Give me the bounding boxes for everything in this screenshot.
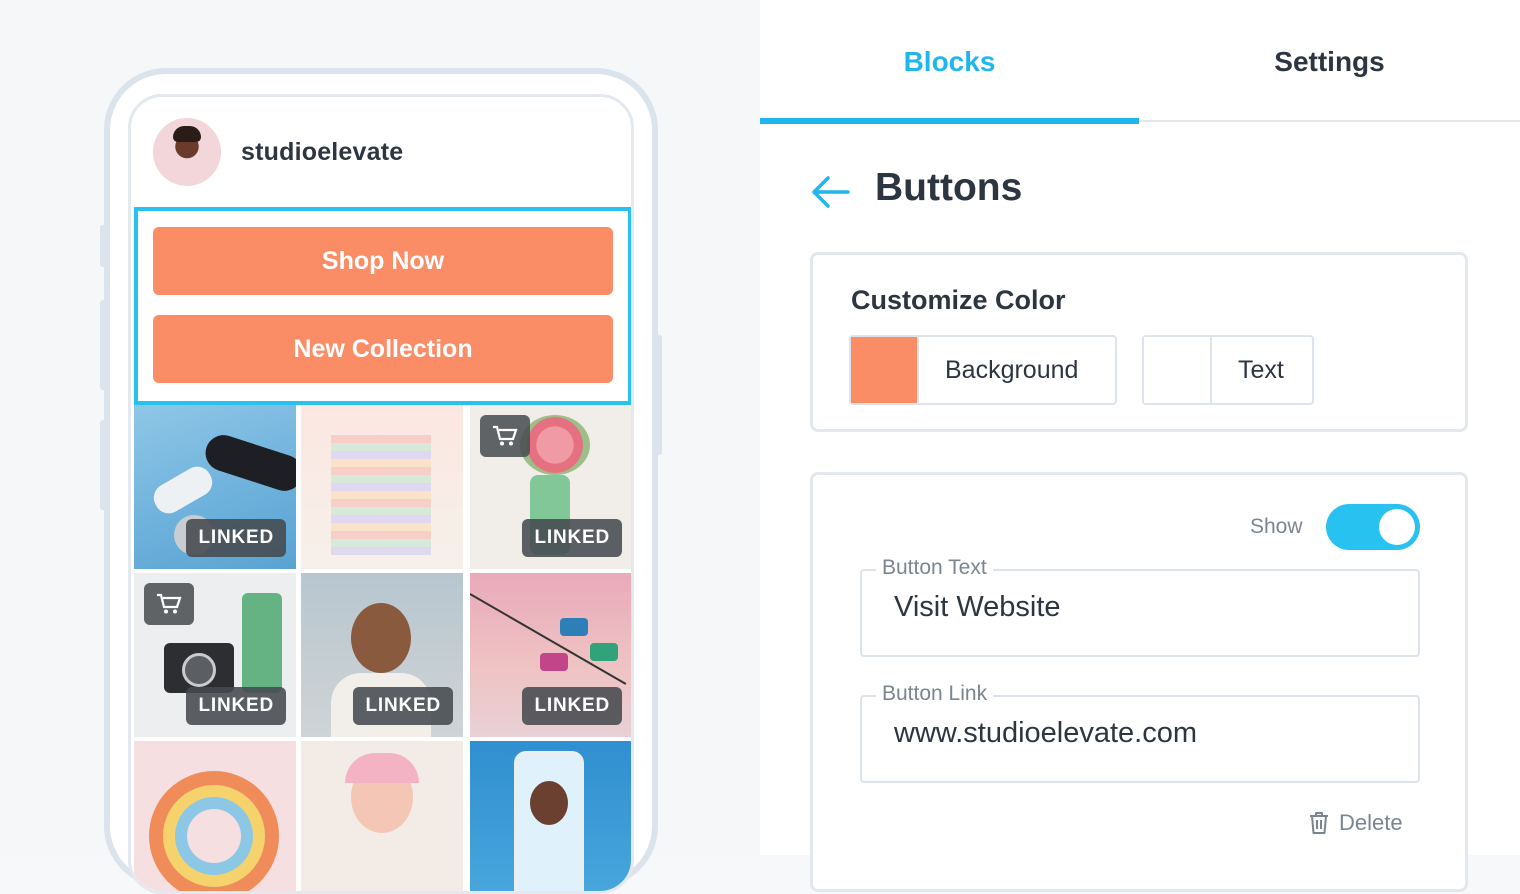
- customize-color-heading: Customize Color: [851, 285, 1066, 315]
- grid-photo-flowers[interactable]: LINKED: [470, 405, 631, 569]
- delete-button[interactable]: Delete: [1307, 810, 1403, 836]
- new-collection-button[interactable]: New Collection: [153, 315, 613, 383]
- customize-color-card: Customize Color Background Text: [810, 252, 1468, 432]
- editor-tabs: Blocks Settings: [760, 0, 1520, 124]
- grid-photo-portrait[interactable]: LINKED: [301, 573, 463, 737]
- tab-divider: [1139, 120, 1520, 122]
- button-text-field[interactable]: Button Text: [860, 556, 1420, 657]
- editor-panel: Blocks Settings Buttons Customize Color …: [760, 0, 1520, 892]
- grid-photo-stairs[interactable]: [301, 405, 463, 569]
- linked-badge: LINKED: [186, 519, 286, 557]
- button-link-input[interactable]: [894, 717, 1394, 750]
- phone-preview-panel: studioelevate Shop Now New Collection LI…: [0, 0, 760, 894]
- show-label: Show: [1250, 515, 1303, 538]
- avatar: [153, 118, 221, 186]
- page-title: Buttons: [875, 166, 1023, 209]
- background-color-picker[interactable]: Background: [849, 335, 1117, 405]
- delete-label: Delete: [1339, 810, 1403, 835]
- grid-photo-rainbow[interactable]: [134, 741, 296, 891]
- cart-icon: [144, 583, 194, 625]
- phone-side-button: [100, 225, 108, 267]
- toggle-knob: [1379, 509, 1415, 545]
- phone-side-button: [100, 420, 108, 510]
- button-item-card: Show Button Text Button Link Delete: [810, 472, 1468, 892]
- grid-photo-camera[interactable]: LINKED: [134, 573, 296, 737]
- profile-username: studioelevate: [241, 137, 404, 166]
- button-text-input[interactable]: [894, 591, 1394, 624]
- active-tab-indicator: [760, 118, 1139, 124]
- trash-icon: [1310, 812, 1328, 834]
- shop-now-button[interactable]: Shop Now: [153, 227, 613, 295]
- background-color-swatch[interactable]: [851, 337, 919, 403]
- linked-badge: LINKED: [522, 519, 622, 557]
- grid-photo-gondolas[interactable]: LINKED: [470, 573, 631, 737]
- profile-header: studioelevate: [153, 117, 403, 187]
- buttons-block-preview[interactable]: Shop Now New Collection: [134, 207, 631, 405]
- phone-screen: studioelevate Shop Now New Collection LI…: [128, 94, 634, 894]
- linked-badge: LINKED: [186, 687, 286, 725]
- tab-settings[interactable]: Settings: [1139, 0, 1520, 124]
- grid-photo-sneakers[interactable]: LINKED: [134, 405, 296, 569]
- arrow-left-icon[interactable]: [808, 170, 852, 214]
- tab-blocks[interactable]: Blocks: [760, 0, 1139, 124]
- cart-icon: [480, 415, 530, 457]
- grid-photo-smiling-woman[interactable]: [301, 741, 463, 891]
- text-color-swatch[interactable]: [1144, 337, 1212, 403]
- phone-side-button: [654, 335, 662, 455]
- button-text-label: Button Text: [876, 556, 993, 580]
- text-color-picker[interactable]: Text: [1142, 335, 1314, 405]
- linked-badge: LINKED: [353, 687, 453, 725]
- grid-photo-phone-selfie[interactable]: [470, 741, 631, 891]
- phone-side-button: [100, 300, 108, 390]
- show-toggle[interactable]: [1326, 504, 1420, 550]
- text-color-label: Text: [1238, 355, 1284, 384]
- button-link-label: Button Link: [876, 682, 994, 706]
- background-color-label: Background: [945, 355, 1079, 384]
- linked-badge: LINKED: [522, 687, 622, 725]
- button-link-field[interactable]: Button Link: [860, 682, 1420, 783]
